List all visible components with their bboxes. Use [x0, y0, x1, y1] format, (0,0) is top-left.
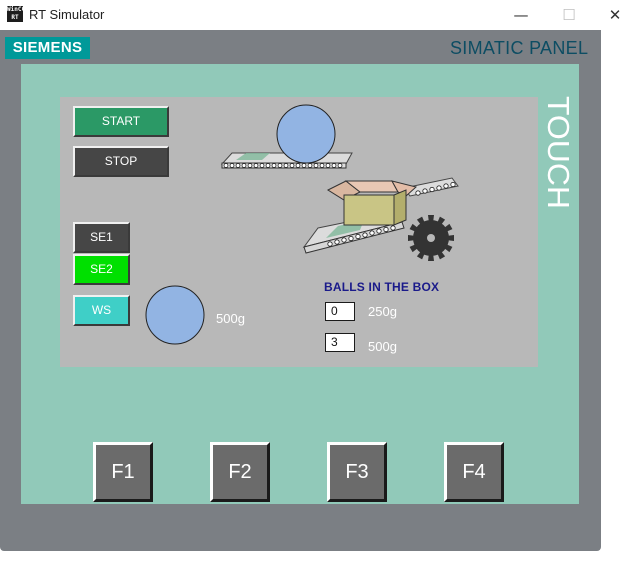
- ball-on-conveyor: [276, 104, 336, 164]
- function-key-f3[interactable]: F3: [327, 442, 387, 502]
- count-250g-field: 0: [325, 302, 355, 321]
- balls-in-box-title: BALLS IN THE BOX: [324, 280, 440, 294]
- count-500g-field: 3: [325, 333, 355, 352]
- function-key-f2[interactable]: F2: [210, 442, 270, 502]
- cardboard-box: [326, 180, 418, 226]
- weighed-ball: [145, 285, 205, 345]
- count-250g-label: 250g: [368, 304, 397, 319]
- weighed-ball-weight: 500g: [216, 311, 245, 326]
- count-500g-label: 500g: [368, 339, 397, 354]
- function-key-f4[interactable]: F4: [444, 442, 504, 502]
- function-key-f1[interactable]: F1: [93, 442, 153, 502]
- saw-wheel-icon: [408, 215, 454, 261]
